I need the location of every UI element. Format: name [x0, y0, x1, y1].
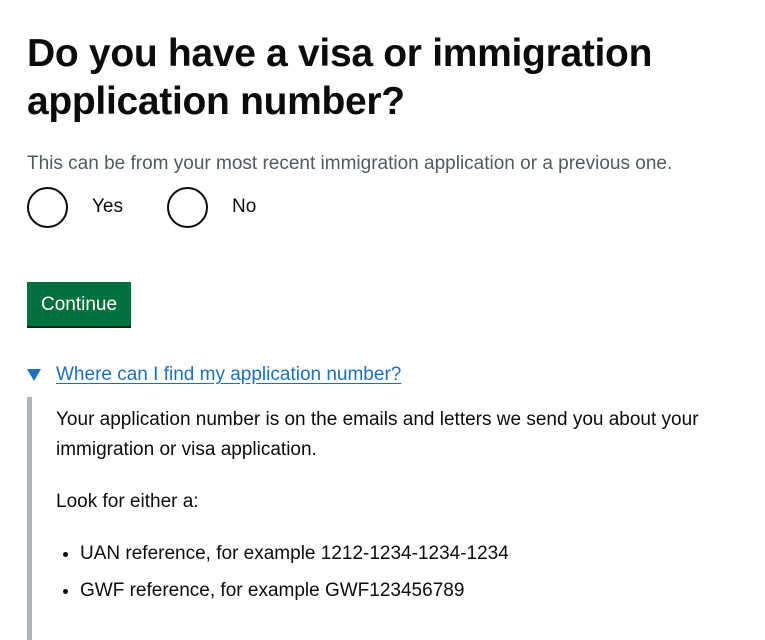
radio-no-circle[interactable]	[167, 186, 208, 228]
details-paragraph-1: Your application number is on the emails…	[56, 409, 699, 460]
reference-list: UAN reference, for example 1212-1234-123…	[56, 539, 762, 606]
radio-yes[interactable]: Yes	[27, 186, 123, 228]
radio-yes-label[interactable]: Yes	[92, 195, 123, 219]
radio-yes-circle[interactable]	[27, 186, 68, 228]
radio-no-label[interactable]: No	[232, 195, 256, 219]
details-summary-link[interactable]: Where can I find my application number?	[56, 363, 401, 387]
radio-group: Yes No	[27, 182, 762, 232]
list-item: UAN reference, for example 1212-1234-123…	[80, 539, 762, 569]
list-item: GWF reference, for example GWF123456789	[80, 576, 762, 606]
triangle-down-icon[interactable]	[27, 369, 41, 381]
details-paragraph-2: Look for either a:	[56, 491, 199, 512]
radio-no[interactable]: No	[167, 186, 256, 228]
main-content: Do you have a visa or immigration applic…	[27, 30, 762, 640]
details-summary[interactable]: Where can I find my application number?	[27, 363, 762, 387]
hint-text: This can be from your most recent immigr…	[27, 153, 673, 174]
page-title: Do you have a visa or immigration applic…	[27, 32, 653, 123]
continue-button[interactable]: Continue	[27, 282, 132, 326]
details-content: Your application number is on the emails…	[27, 397, 762, 640]
